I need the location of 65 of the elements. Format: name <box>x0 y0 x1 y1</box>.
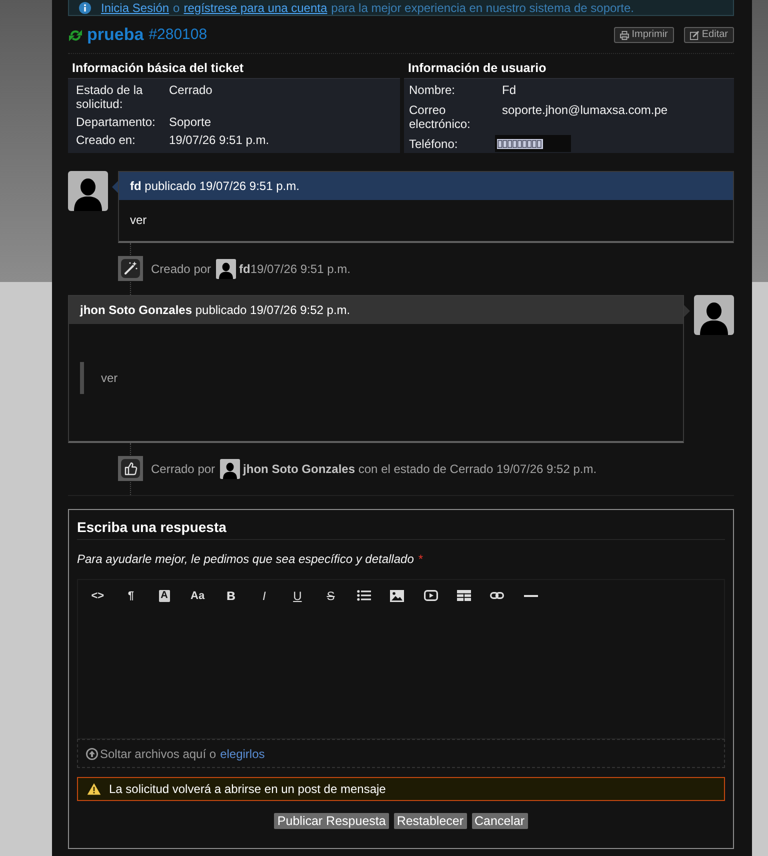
toolbar-button[interactable]: U <box>280 584 314 606</box>
required-mark: * <box>418 552 423 566</box>
thumbs-up-icon <box>118 456 143 481</box>
login-notice-text: Inicia Sesión o regístrese para una cuenta para la mejor experiencia en nuestro sistema de soporte. <box>101 0 634 14</box>
event-action-text: Cerrado por <box>151 462 216 476</box>
table-icon <box>456 590 471 601</box>
section-heading: Información básica del ticket <box>72 61 244 75</box>
video-play-icon <box>424 590 438 601</box>
edit-icon <box>690 30 699 40</box>
user-avatar-icon <box>68 171 108 211</box>
event-action-text: Creado por <box>151 262 212 276</box>
image-icon <box>390 590 404 602</box>
print-button[interactable]: Imprimir <box>614 27 674 43</box>
toolbar-button[interactable]: <> <box>81 584 114 606</box>
dropzone-text: Soltar archivos aquí o elegirlos <box>100 746 265 760</box>
reset-button[interactable]: Restablecer <box>394 813 467 829</box>
toolbar-button[interactable]: Aa <box>180 584 214 606</box>
magic-wand-icon <box>118 256 143 281</box>
rich-text-editor[interactable]: <> ¶ A Aa B I U S <box>77 579 725 739</box>
warning-icon <box>87 783 101 795</box>
edit-button[interactable]: Editar <box>684 27 734 43</box>
horizontal-rule-icon <box>524 594 538 596</box>
info-icon <box>79 2 91 14</box>
user-avatar-icon <box>694 295 734 335</box>
field-label: Departamento: <box>76 115 156 129</box>
notice-link[interactable]: regístrese para una cuenta <box>184 0 328 14</box>
upload-icon <box>86 748 98 760</box>
prompt-text: Para ayudarle mejor, le pedimos que sea específico y detallado <box>77 552 414 566</box>
field-value: 19/07/26 9:51 p.m. <box>169 133 270 147</box>
ticket-subject: prueba <box>87 25 144 45</box>
cancel-button[interactable]: Cancelar <box>472 813 528 829</box>
printer-icon <box>620 30 629 40</box>
refresh-icon <box>69 28 82 42</box>
field-value: Soporte <box>169 115 212 129</box>
choose-files-link[interactable]: elegirlos <box>220 746 265 760</box>
field-value: Fd <box>502 83 516 97</box>
link-icon <box>490 592 504 599</box>
toolbar-button[interactable]: S <box>314 584 348 606</box>
field-value: Cerrado <box>169 83 212 97</box>
field-label: Correo electrónico: <box>409 103 472 131</box>
file-dropzone[interactable]: Soltar archivos aquí o elegirlos <box>77 739 725 768</box>
field-label: Estado de la solicitud: <box>76 83 144 111</box>
toolbar-button[interactable]: I <box>247 584 281 606</box>
publish-button[interactable]: Publicar Respuesta <box>274 813 389 829</box>
toolbar-button[interactable]: B <box>214 584 248 606</box>
field-label: Creado en: <box>76 133 136 147</box>
message-header: fd publicado 19/07/26 9:51 p.m. <box>119 172 733 200</box>
toolbar-button[interactable]: A <box>148 584 181 606</box>
avatar-icon <box>216 258 236 278</box>
toolbar-button[interactable]: ¶ <box>114 584 148 606</box>
field-label: Teléfono: <box>409 137 459 151</box>
response-header: jhon Soto Gonzales publicado 19/07/26 9:52 p.m. <box>69 296 683 324</box>
list-icon <box>357 590 372 601</box>
quoted-text: ver <box>80 362 122 394</box>
event-detail-text: jhon Soto Gonzales con el estado de Cerrado 19/07/26 9:52 p.m. <box>243 462 597 476</box>
event-detail-text: fd19/07/26 9:51 p.m. <box>239 262 350 276</box>
ticket-number: #280108 <box>148 25 208 45</box>
avatar-icon <box>220 458 240 478</box>
message-text: ver <box>130 213 147 227</box>
section-heading: Información de usuario <box>408 61 546 75</box>
form-title: Escriba una respuesta <box>77 519 226 535</box>
field-label: Nombre: <box>409 83 456 97</box>
field-value: soporte.jhon@lumaxsa.com.pe <box>502 103 668 117</box>
warning-text: La solicitud volverá a abrirse en un post de mensaje <box>109 782 386 796</box>
notice-link[interactable]: Inicia Sesión <box>101 0 170 14</box>
